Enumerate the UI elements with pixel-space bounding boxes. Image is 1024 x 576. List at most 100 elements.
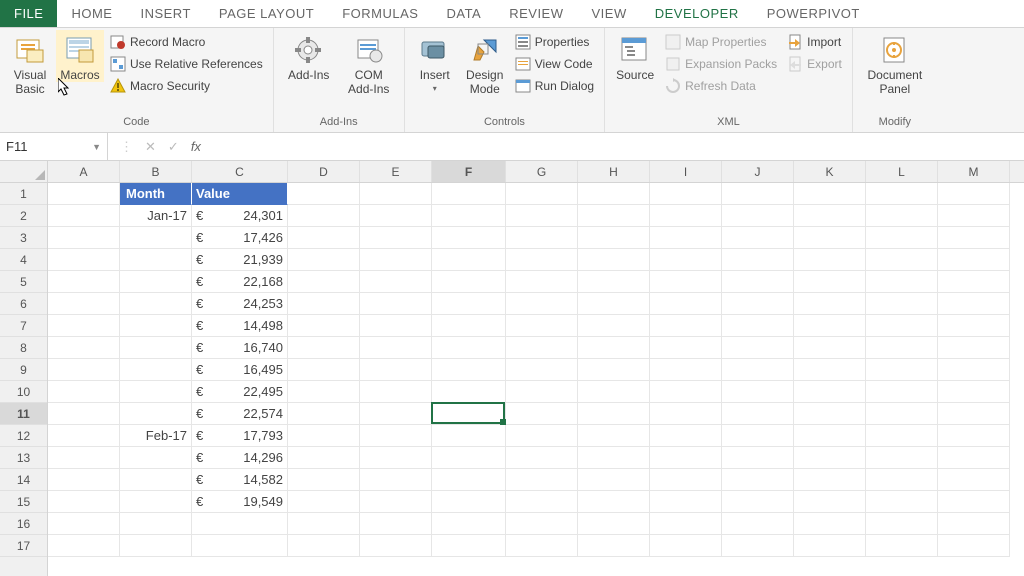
cell-K1[interactable] (794, 183, 866, 205)
cell-C4[interactable]: €21,939 (192, 249, 288, 271)
cell-K8[interactable] (794, 337, 866, 359)
cell-A10[interactable] (48, 381, 120, 403)
cell-L8[interactable] (866, 337, 938, 359)
cell-A16[interactable] (48, 513, 120, 535)
cell-L15[interactable] (866, 491, 938, 513)
column-header-M[interactable]: M (938, 161, 1010, 182)
column-header-D[interactable]: D (288, 161, 360, 182)
cell-C12[interactable]: €17,793 (192, 425, 288, 447)
cell-L16[interactable] (866, 513, 938, 535)
cell-G6[interactable] (506, 293, 578, 315)
cell-K11[interactable] (794, 403, 866, 425)
tab-insert[interactable]: INSERT (126, 0, 204, 27)
cell-C10[interactable]: €22,495 (192, 381, 288, 403)
cell-L12[interactable] (866, 425, 938, 447)
row-header-5[interactable]: 5 (0, 271, 47, 293)
expansion-packs-button[interactable]: Expansion Packs (661, 54, 781, 74)
cell-K16[interactable] (794, 513, 866, 535)
cell-H14[interactable] (578, 469, 650, 491)
cell-E11[interactable] (360, 403, 432, 425)
cell-D10[interactable] (288, 381, 360, 403)
cell-F3[interactable] (432, 227, 506, 249)
cell-M10[interactable] (938, 381, 1010, 403)
cell-J4[interactable] (722, 249, 794, 271)
name-box[interactable]: ▼ (0, 133, 108, 160)
cell-H12[interactable] (578, 425, 650, 447)
cell-K12[interactable] (794, 425, 866, 447)
cell-C11[interactable]: €22,574 (192, 403, 288, 425)
cell-I6[interactable] (650, 293, 722, 315)
cell-K7[interactable] (794, 315, 866, 337)
row-header-15[interactable]: 15 (0, 491, 47, 513)
cell-G7[interactable] (506, 315, 578, 337)
cell-E15[interactable] (360, 491, 432, 513)
cell-I12[interactable] (650, 425, 722, 447)
cell-H6[interactable] (578, 293, 650, 315)
cell-H5[interactable] (578, 271, 650, 293)
cell-L7[interactable] (866, 315, 938, 337)
cell-H2[interactable] (578, 205, 650, 227)
cell-H11[interactable] (578, 403, 650, 425)
row-header-1[interactable]: 1 (0, 183, 47, 205)
design-mode-button[interactable]: Design Mode (461, 30, 509, 96)
cell-C13[interactable]: €14,296 (192, 447, 288, 469)
cell-K5[interactable] (794, 271, 866, 293)
cell-G4[interactable] (506, 249, 578, 271)
column-header-L[interactable]: L (866, 161, 938, 182)
cell-D17[interactable] (288, 535, 360, 557)
insert-control-button[interactable]: Insert ▾ (411, 30, 459, 96)
tab-file[interactable]: FILE (0, 0, 57, 27)
tab-home[interactable]: HOME (57, 0, 126, 27)
cell-B14[interactable] (120, 469, 192, 491)
tab-formulas[interactable]: FORMULAS (328, 0, 432, 27)
cell-B16[interactable] (120, 513, 192, 535)
cell-F15[interactable] (432, 491, 506, 513)
row-header-11[interactable]: 11 (0, 403, 47, 425)
cell-G13[interactable] (506, 447, 578, 469)
cell-G1[interactable] (506, 183, 578, 205)
map-properties-button[interactable]: Map Properties (661, 32, 781, 52)
cell-F12[interactable] (432, 425, 506, 447)
cell-M11[interactable] (938, 403, 1010, 425)
cell-C8[interactable]: €16,740 (192, 337, 288, 359)
cell-I8[interactable] (650, 337, 722, 359)
cell-A1[interactable] (48, 183, 120, 205)
cancel-formula-icon[interactable]: ✕ (145, 139, 156, 155)
cell-L6[interactable] (866, 293, 938, 315)
cell-F17[interactable] (432, 535, 506, 557)
cell-M2[interactable] (938, 205, 1010, 227)
cell-L14[interactable] (866, 469, 938, 491)
cell-M5[interactable] (938, 271, 1010, 293)
cell-A7[interactable] (48, 315, 120, 337)
row-header-4[interactable]: 4 (0, 249, 47, 271)
cell-F2[interactable] (432, 205, 506, 227)
cell-K14[interactable] (794, 469, 866, 491)
tab-developer[interactable]: DEVELOPER (641, 0, 753, 27)
row-header-17[interactable]: 17 (0, 535, 47, 557)
refresh-data-button[interactable]: Refresh Data (661, 76, 781, 96)
cell-H7[interactable] (578, 315, 650, 337)
cell-F5[interactable] (432, 271, 506, 293)
formula-input[interactable] (213, 133, 1024, 160)
cell-L1[interactable] (866, 183, 938, 205)
row-header-2[interactable]: 2 (0, 205, 47, 227)
cell-D15[interactable] (288, 491, 360, 513)
cell-H10[interactable] (578, 381, 650, 403)
column-header-F[interactable]: F (432, 161, 506, 182)
cell-J7[interactable] (722, 315, 794, 337)
cell-I3[interactable] (650, 227, 722, 249)
com-add-ins-button[interactable]: COM Add-Ins (340, 30, 398, 96)
tab-review[interactable]: REVIEW (495, 0, 577, 27)
cell-M3[interactable] (938, 227, 1010, 249)
xml-import-button[interactable]: Import (783, 32, 846, 52)
row-header-6[interactable]: 6 (0, 293, 47, 315)
cell-G8[interactable] (506, 337, 578, 359)
cell-B17[interactable] (120, 535, 192, 557)
cell-F4[interactable] (432, 249, 506, 271)
cell-G11[interactable] (506, 403, 578, 425)
cell-D8[interactable] (288, 337, 360, 359)
cell-J9[interactable] (722, 359, 794, 381)
cell-E13[interactable] (360, 447, 432, 469)
cell-H15[interactable] (578, 491, 650, 513)
cell-E14[interactable] (360, 469, 432, 491)
